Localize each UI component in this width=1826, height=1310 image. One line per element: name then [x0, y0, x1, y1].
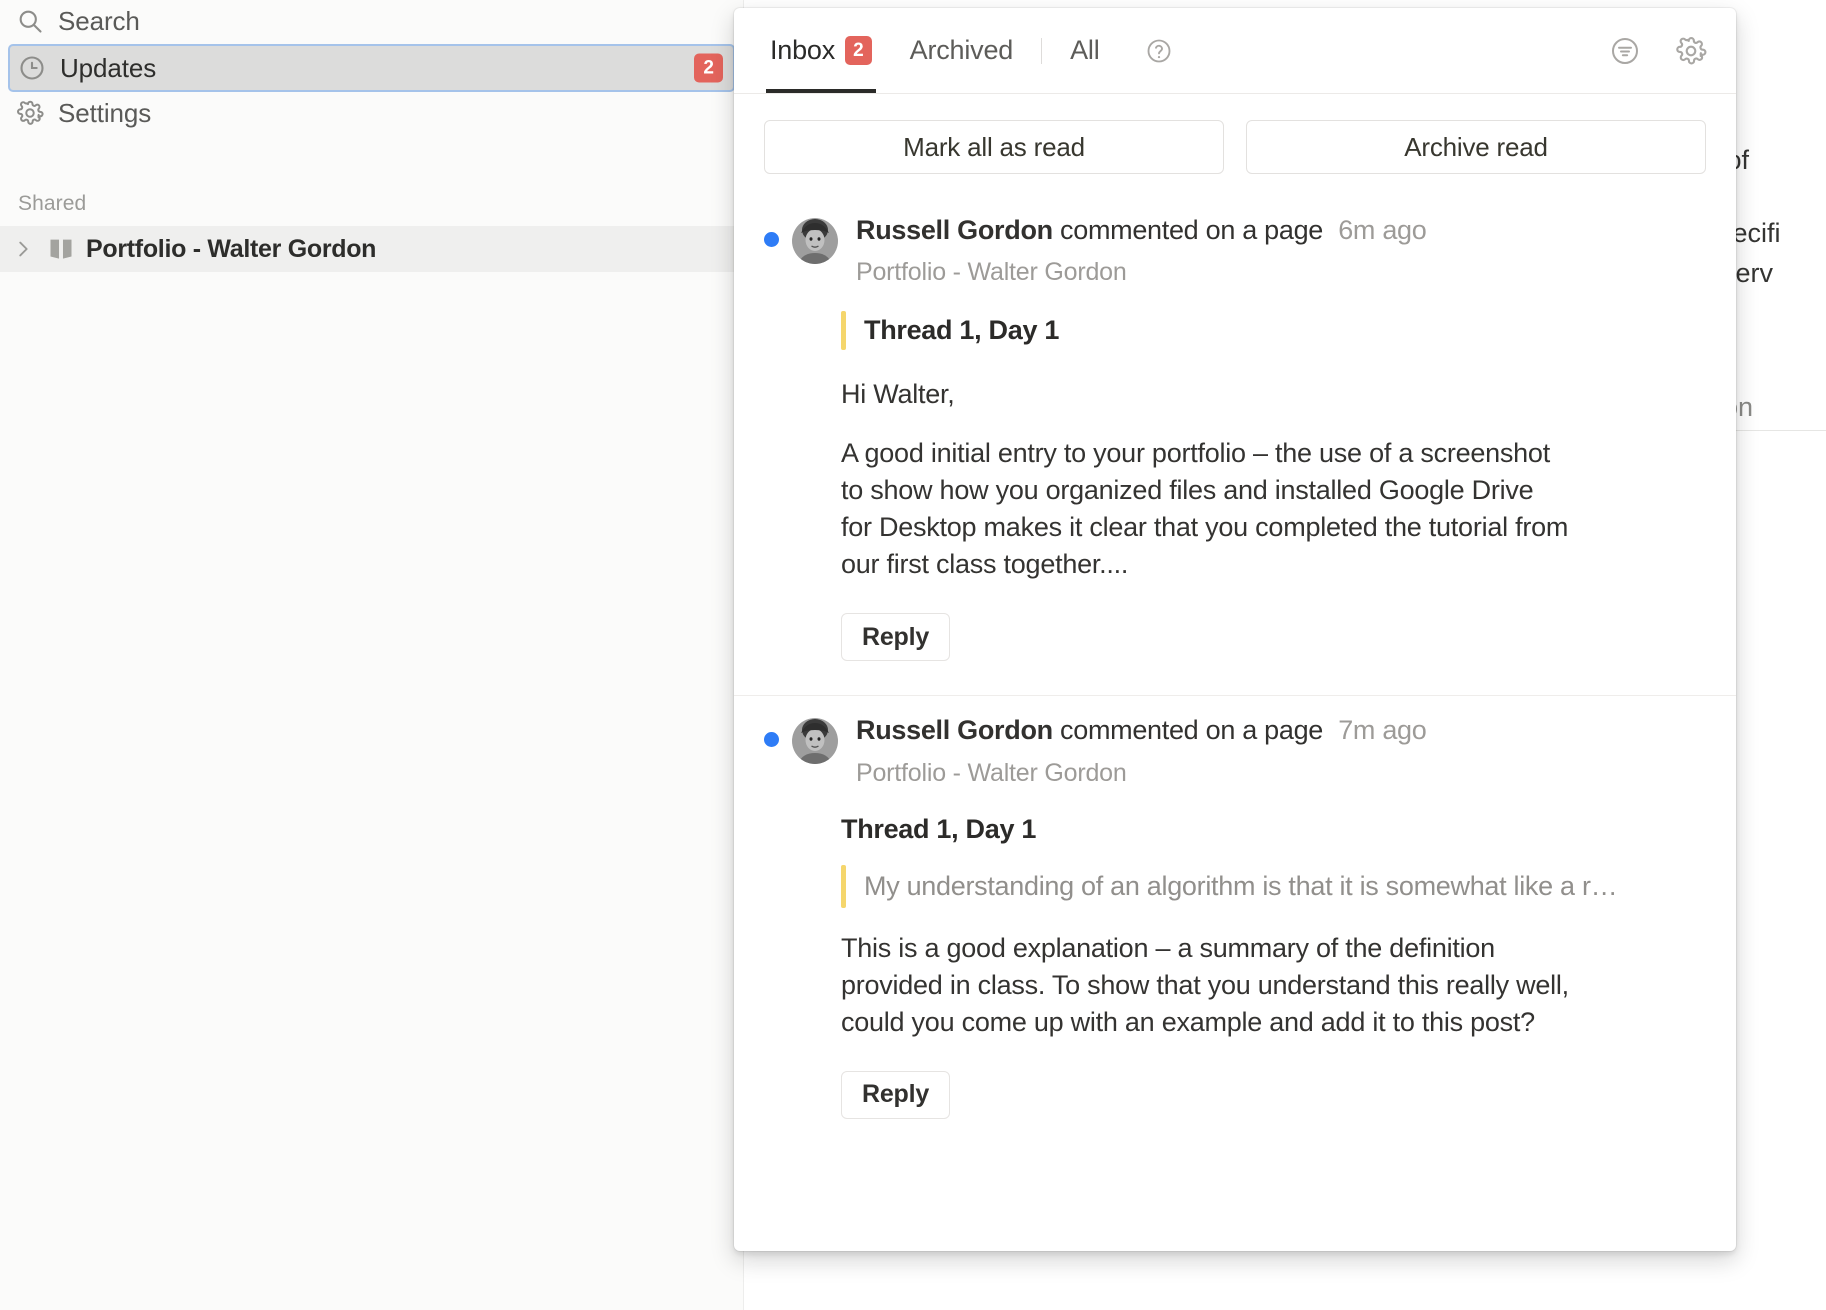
panel-tabbar: Inbox 2 Archived All [734, 8, 1736, 94]
app-root: Search Updates 2 Settings Shared [0, 0, 1826, 1310]
notification-header: Russell Gordon commented on a page 6m ag… [764, 214, 1706, 287]
tab-label: All [1070, 35, 1099, 66]
sidebar-item-updates[interactable]: Updates 2 [8, 44, 735, 92]
updates-unread-badge: 2 [694, 54, 723, 83]
book-icon [46, 234, 76, 264]
notification-header: Russell Gordon commented on a page 7m ag… [764, 714, 1706, 787]
gear-icon[interactable] [1674, 34, 1708, 68]
notification-header-text: Russell Gordon commented on a page 7m ag… [856, 714, 1706, 787]
notification-quote: My understanding of an algorithm is that… [841, 865, 1706, 908]
notification-body: Thread 1, Day 1 Hi Walter, A good initia… [841, 311, 1706, 661]
tab-separator [1041, 38, 1042, 64]
gear-icon [16, 99, 44, 127]
sidebar-item-search[interactable]: Search [8, 0, 735, 42]
sidebar-spacer [0, 134, 743, 192]
sidebar-item-label: Updates [60, 53, 156, 84]
tab-inbox-badge: 2 [845, 36, 872, 65]
notification-item[interactable]: Russell Gordon commented on a page 6m ag… [734, 196, 1736, 696]
sidebar-item-settings[interactable]: Settings [8, 92, 735, 134]
sidebar-item-portfolio[interactable]: Portfolio - Walter Gordon [0, 226, 743, 272]
sidebar-item-label: Settings [58, 98, 151, 129]
tab-all[interactable]: All [1066, 8, 1103, 93]
notification-list: Russell Gordon commented on a page 6m ag… [734, 196, 1736, 1251]
notification-verb: commented on a page [1060, 215, 1323, 245]
unread-dot-icon [764, 232, 779, 247]
quote-text: My understanding of an algorithm is that… [864, 865, 1617, 908]
question-circle-icon[interactable] [1144, 36, 1174, 66]
filter-list-circle-icon[interactable] [1608, 34, 1642, 68]
reply-button[interactable]: Reply [841, 613, 950, 661]
sidebar-item-label: Search [58, 6, 140, 37]
notification-headline: Russell Gordon commented on a page 7m ag… [856, 714, 1706, 746]
notification-source[interactable]: Portfolio - Walter Gordon [856, 759, 1706, 788]
notification-message-greeting: Hi Walter, [841, 376, 1571, 413]
notification-body: Thread 1, Day 1 My understanding of an a… [841, 814, 1706, 1119]
notification-time: 7m ago [1338, 715, 1426, 745]
notification-quote: Thread 1, Day 1 [841, 311, 1706, 350]
notification-item[interactable]: Russell Gordon commented on a page 7m ag… [734, 696, 1736, 1152]
quote-bar [841, 865, 846, 908]
reply-button[interactable]: Reply [841, 1071, 950, 1119]
tab-inbox[interactable]: Inbox 2 [766, 8, 876, 93]
tab-label: Archived [910, 35, 1013, 66]
quote-text: Thread 1, Day 1 [864, 311, 1059, 350]
chevron-right-icon[interactable] [10, 236, 36, 262]
notification-source[interactable]: Portfolio - Walter Gordon [856, 258, 1706, 287]
notification-header-text: Russell Gordon commented on a page 6m ag… [856, 214, 1706, 287]
unread-dot-icon [764, 732, 779, 747]
sidebar-item-label: Portfolio - Walter Gordon [86, 235, 376, 264]
avatar [792, 718, 838, 764]
sidebar: Search Updates 2 Settings Shared [0, 0, 744, 1310]
sidebar-section-shared: Shared [0, 192, 743, 216]
archive-read-button[interactable]: Archive read [1246, 120, 1706, 174]
clock-icon [18, 54, 46, 82]
updates-panel: Inbox 2 Archived All [734, 8, 1736, 1251]
tab-archived[interactable]: Archived [906, 8, 1017, 93]
avatar [792, 218, 838, 264]
notification-verb: commented on a page [1060, 715, 1323, 745]
mark-all-as-read-button[interactable]: Mark all as read [764, 120, 1224, 174]
search-icon [16, 7, 44, 35]
quote-bar [841, 311, 846, 350]
notification-time: 6m ago [1338, 215, 1426, 245]
notification-message-body: A good initial entry to your portfolio –… [841, 435, 1571, 583]
notification-message-body: This is a good explanation – a summary o… [841, 930, 1571, 1041]
notification-actor: Russell Gordon [856, 215, 1053, 245]
notification-headline: Russell Gordon commented on a page 6m ag… [856, 214, 1706, 246]
panel-header-actions [1608, 34, 1708, 68]
tab-label: Inbox [770, 35, 835, 66]
notification-actor: Russell Gordon [856, 715, 1053, 745]
notification-page-title: Thread 1, Day 1 [841, 814, 1706, 845]
panel-action-row: Mark all as read Archive read [734, 94, 1736, 196]
